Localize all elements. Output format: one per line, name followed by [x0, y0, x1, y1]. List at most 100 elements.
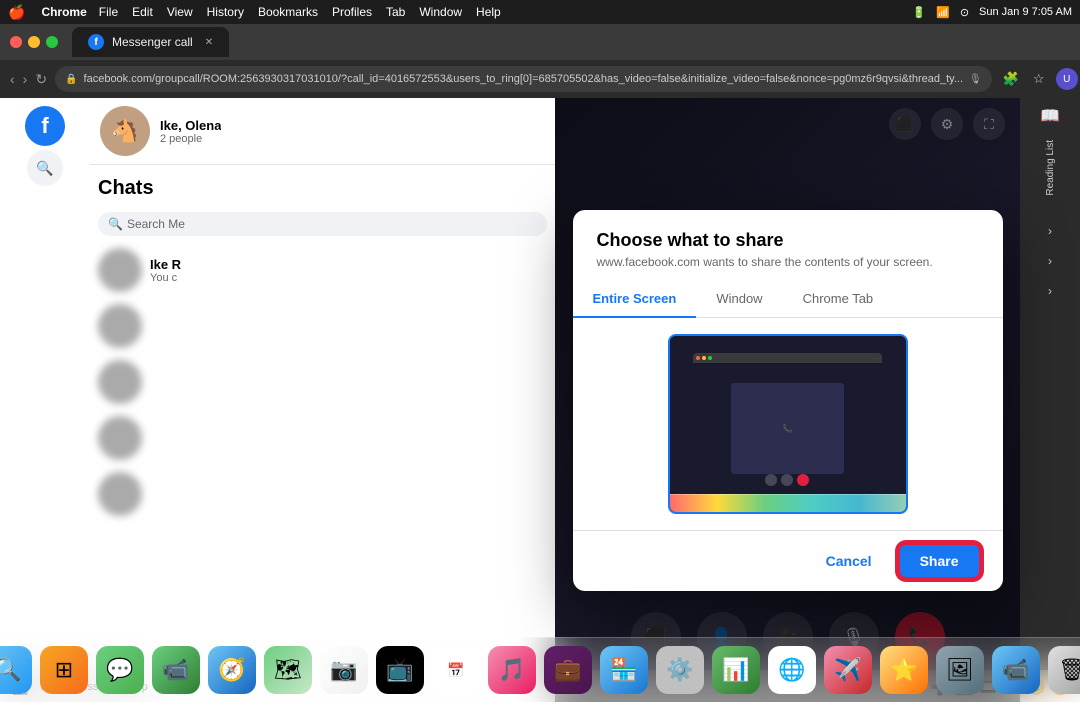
- dock-zoom[interactable]: 📹: [992, 646, 1040, 694]
- active-tab[interactable]: f Messenger call ✕: [72, 27, 229, 57]
- facebook-logo[interactable]: f: [25, 106, 65, 146]
- chat-avatar-5: [98, 472, 142, 516]
- browser-window: f Messenger call ✕ ‹ › ↻ 🔒 facebook.com/…: [0, 24, 1080, 702]
- control-center-icon[interactable]: ⊙: [960, 6, 969, 19]
- chat-item-3[interactable]: [90, 354, 555, 410]
- address-bar[interactable]: 🔒 facebook.com/groupcall/ROOM:2563930317…: [55, 66, 992, 92]
- extensions-button[interactable]: 🧩: [1000, 68, 1022, 90]
- tab-title: Messenger call: [112, 35, 193, 49]
- dock-finder[interactable]: 🔍: [0, 646, 32, 694]
- browser-chrome: f Messenger call ✕ ‹ › ↻ 🔒 facebook.com/…: [0, 24, 1080, 98]
- dock-systemprefs[interactable]: ⚙️: [656, 646, 704, 694]
- menu-bookmarks[interactable]: Bookmarks: [258, 5, 318, 19]
- tab-chrome-tab[interactable]: Chrome Tab: [783, 281, 894, 318]
- share-button[interactable]: Share: [900, 545, 979, 577]
- chat-preview-ike: You c: [150, 272, 181, 284]
- dock-airmail[interactable]: ✈️: [824, 646, 872, 694]
- bookmark-button[interactable]: ☆: [1028, 68, 1050, 90]
- dock-music[interactable]: 🎵: [488, 646, 536, 694]
- dialog-title: Choose what to share: [597, 230, 979, 251]
- dialog-tabs: Entire Screen Window Chrome Tab: [573, 281, 1003, 318]
- call-screen: ⬛ ⚙ ⛶ Choose what to share www.facebook.…: [555, 98, 1020, 702]
- back-button[interactable]: ‹: [10, 68, 15, 90]
- chat-item-ike[interactable]: Ike R You c: [90, 242, 555, 298]
- nested-max-dot: [708, 356, 712, 360]
- apple-menu[interactable]: 🍎: [8, 4, 25, 21]
- menu-edit[interactable]: Edit: [132, 5, 153, 19]
- dock-photos[interactable]: 📷: [320, 646, 368, 694]
- dock-messages[interactable]: 💬: [96, 646, 144, 694]
- dock-reeder[interactable]: ⭐: [880, 646, 928, 694]
- menu-help[interactable]: Help: [476, 5, 501, 19]
- chats-title: Chats: [98, 177, 547, 200]
- nested-ctrl-red: [797, 474, 809, 486]
- mac-dock: 🔍 ⊞ 💬 📹 🧭 🗺 📷 📺 📅 🎵 💼 🏪 ⚙️ 📊 🌐 ✈️ ⭐ 🖼 📹 …: [0, 637, 1080, 702]
- tab-bar: f Messenger call ✕: [0, 24, 1080, 60]
- menu-items: File Edit View History Bookmarks Profile…: [99, 5, 501, 19]
- app-menu-chrome[interactable]: Chrome: [41, 5, 86, 19]
- chat-item-2[interactable]: [90, 298, 555, 354]
- dock-slack[interactable]: 💼: [544, 646, 592, 694]
- wifi-icon: 📶: [936, 6, 950, 19]
- close-button[interactable]: [10, 36, 22, 48]
- menu-history[interactable]: History: [207, 5, 244, 19]
- minimize-button[interactable]: [28, 36, 40, 48]
- dock-preview[interactable]: 🖼: [936, 646, 984, 694]
- reading-list-arrow-2[interactable]: ›: [1048, 254, 1052, 268]
- nested-ctrl-2: [781, 474, 793, 486]
- battery-icon: 🔋: [912, 6, 926, 19]
- reading-list-panel: 📖 Reading List › › ›: [1020, 98, 1080, 702]
- contact-name: Ike, Olena: [160, 118, 221, 133]
- dock-maps[interactable]: 🗺: [264, 646, 312, 694]
- dock-appstore[interactable]: 🏪: [600, 646, 648, 694]
- menu-view[interactable]: View: [167, 5, 193, 19]
- dock-safari[interactable]: 🧭: [208, 646, 256, 694]
- reading-list-arrow-3[interactable]: ›: [1048, 284, 1052, 298]
- menu-tab[interactable]: Tab: [386, 5, 405, 19]
- dock-chrome[interactable]: 🌐: [768, 646, 816, 694]
- messenger-header: Chats: [90, 165, 555, 206]
- reading-list-icon[interactable]: 📖: [1040, 106, 1060, 126]
- nested-browser-bar: [693, 353, 882, 363]
- dock-launchpad[interactable]: ⊞: [40, 646, 88, 694]
- maximize-button[interactable]: [46, 36, 58, 48]
- menu-profiles[interactable]: Profiles: [332, 5, 372, 19]
- dock-calendar[interactable]: 📅: [432, 646, 480, 694]
- reading-list-label: Reading List: [1045, 140, 1056, 196]
- nested-min-dot: [702, 356, 706, 360]
- chat-item-4[interactable]: [90, 410, 555, 466]
- nested-browser-preview: 📞: [693, 353, 882, 494]
- toolbar-right: 🧩 ☆ U 🔔 ⋮: [1000, 68, 1080, 90]
- mic-permission-icon: 🎙: [969, 74, 982, 85]
- user-info-bar: 🐴 Ike, Olena 2 people: [90, 98, 555, 165]
- menu-window[interactable]: Window: [419, 5, 462, 19]
- dock-appletv[interactable]: 📺: [376, 646, 424, 694]
- screen-preview-inner: 📞: [670, 336, 906, 512]
- tab-favicon: f: [88, 34, 104, 50]
- dock-facetime[interactable]: 📹: [152, 646, 200, 694]
- profile-avatar[interactable]: U: [1056, 68, 1078, 90]
- url-text: facebook.com/groupcall/ROOM:256393031703…: [84, 73, 964, 85]
- fb-search-icon[interactable]: 🔍: [27, 150, 63, 186]
- dock-trash[interactable]: 🗑: [1048, 646, 1080, 694]
- tab-entire-screen[interactable]: Entire Screen: [573, 281, 697, 318]
- search-icon: 🔍: [108, 217, 123, 231]
- tab-close-icon[interactable]: ✕: [205, 37, 213, 48]
- refresh-button[interactable]: ↻: [35, 68, 47, 90]
- contact-avatar: 🐴: [100, 106, 150, 156]
- nested-call-controls: [693, 474, 882, 486]
- messenger-sidebar: 🐴 Ike, Olena 2 people Chats 🔍 Search Me …: [90, 98, 555, 702]
- share-dialog: Choose what to share www.facebook.com wa…: [573, 210, 1003, 591]
- messenger-search[interactable]: 🔍 Search Me: [98, 212, 547, 236]
- dock-excel[interactable]: 📊: [712, 646, 760, 694]
- chat-avatar-3: [98, 360, 142, 404]
- chat-item-5[interactable]: [90, 466, 555, 522]
- forward-button[interactable]: ›: [23, 68, 28, 90]
- cancel-button[interactable]: Cancel: [810, 545, 888, 577]
- tab-window[interactable]: Window: [696, 281, 782, 318]
- reading-list-arrow-1[interactable]: ›: [1048, 224, 1052, 238]
- share-dialog-overlay: Choose what to share www.facebook.com wa…: [555, 98, 1020, 702]
- chat-avatar-2: [98, 304, 142, 348]
- screen-preview[interactable]: 📞: [668, 334, 908, 514]
- menu-file[interactable]: File: [99, 5, 118, 19]
